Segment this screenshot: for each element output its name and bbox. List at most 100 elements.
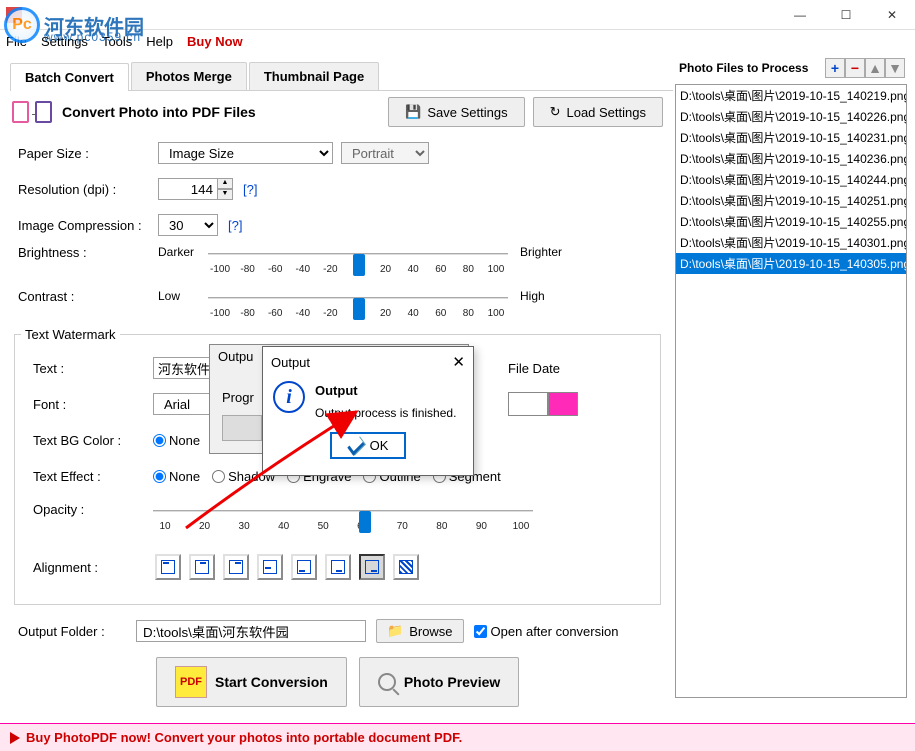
- font-label: Font :: [33, 397, 153, 412]
- section-title: Convert Photo into PDF Files: [62, 104, 256, 120]
- outer-dialog-button[interactable]: [222, 415, 262, 441]
- file-item[interactable]: D:\tools\桌面\图片\2019-10-15_140226.png: [676, 106, 906, 127]
- save-settings-button[interactable]: 💾Save Settings: [388, 97, 524, 127]
- opacity-slider[interactable]: [153, 510, 533, 513]
- align-br[interactable]: [359, 554, 385, 580]
- file-item[interactable]: D:\tools\桌面\图片\2019-10-15_140301.png: [676, 232, 906, 253]
- align-bc[interactable]: [325, 554, 351, 580]
- filedate-color-swatch[interactable]: [508, 392, 548, 416]
- resolution-label: Resolution (dpi) :: [18, 182, 158, 197]
- opacity-label: Opacity :: [33, 502, 153, 517]
- paper-size-label: Paper Size :: [18, 146, 158, 161]
- photo-preview-button[interactable]: Photo Preview: [359, 657, 519, 707]
- close-button[interactable]: ✕: [869, 0, 915, 30]
- remove-file-button[interactable]: −: [845, 58, 865, 78]
- paper-size-select[interactable]: Image Size: [158, 142, 333, 164]
- effect-label: Text Effect :: [33, 469, 153, 484]
- dialog-message: Output process is finished.: [315, 406, 456, 420]
- brightness-min-label: Darker: [158, 245, 208, 259]
- magnifier-icon: [378, 673, 396, 691]
- footer-text: Buy PhotoPDF now! Convert your photos in…: [26, 730, 462, 745]
- output-finished-dialog: Output ✕ i Output Output process is fini…: [262, 346, 474, 476]
- file-item[interactable]: D:\tools\桌面\图片\2019-10-15_140219.png: [676, 85, 906, 106]
- text-label: Text :: [33, 361, 153, 376]
- contrast-label: Contrast :: [18, 289, 158, 304]
- align-tile[interactable]: [393, 554, 419, 580]
- folder-icon: 📁: [387, 623, 403, 639]
- menu-buy-now[interactable]: Buy Now: [187, 34, 243, 49]
- compression-select[interactable]: 30: [158, 214, 218, 236]
- dialog-ok-button[interactable]: OK: [330, 432, 407, 459]
- opacity-ticks: 102030405060708090100: [153, 521, 533, 532]
- footer-banner[interactable]: Buy PhotoPDF now! Convert your photos in…: [0, 723, 915, 751]
- resolution-input[interactable]: [158, 178, 218, 200]
- bgcolor-label: Text BG Color :: [33, 433, 153, 448]
- menu-tools[interactable]: Tools: [102, 34, 132, 49]
- watermark-legend: Text Watermark: [21, 327, 120, 342]
- section-icon: →: [12, 101, 52, 123]
- tab-thumbnail-page[interactable]: Thumbnail Page: [249, 62, 379, 90]
- pdf-icon: PDF: [175, 666, 207, 698]
- load-icon: ↻: [550, 104, 561, 120]
- align-tc[interactable]: [189, 554, 215, 580]
- align-tl[interactable]: [155, 554, 181, 580]
- menu-settings[interactable]: Settings: [41, 34, 88, 49]
- output-folder-input[interactable]: [136, 620, 366, 642]
- contrast-thumb[interactable]: [353, 298, 365, 320]
- brightness-slider[interactable]: [208, 253, 508, 256]
- orientation-select[interactable]: Portrait: [341, 142, 429, 164]
- load-settings-button[interactable]: ↻Load Settings: [533, 97, 663, 127]
- menubar: File Settings Tools Help Buy Now: [0, 30, 915, 52]
- resolution-help[interactable]: [?]: [243, 182, 257, 197]
- align-tr[interactable]: [223, 554, 249, 580]
- filedate-color-pink[interactable]: [548, 392, 578, 416]
- contrast-min-label: Low: [158, 289, 208, 303]
- info-icon: i: [273, 381, 305, 413]
- app-icon: [6, 7, 22, 23]
- menu-file[interactable]: File: [6, 34, 27, 49]
- dialog-title: Output: [271, 355, 310, 370]
- file-item[interactable]: D:\tools\桌面\图片\2019-10-15_140305.png: [676, 253, 906, 274]
- menu-help[interactable]: Help: [146, 34, 173, 49]
- brightness-max-label: Brighter: [520, 245, 562, 259]
- file-item[interactable]: D:\tools\桌面\图片\2019-10-15_140255.png: [676, 211, 906, 232]
- footer-arrow-icon: [10, 732, 20, 744]
- tab-batch-convert[interactable]: Batch Convert: [10, 63, 129, 91]
- dialog-heading: Output: [315, 383, 456, 398]
- effect-none-radio[interactable]: None: [153, 469, 200, 484]
- minimize-button[interactable]: —: [777, 0, 823, 30]
- file-item[interactable]: D:\tools\桌面\图片\2019-10-15_140236.png: [676, 148, 906, 169]
- brightness-thumb[interactable]: [353, 254, 365, 276]
- brightness-label: Brightness :: [18, 245, 158, 260]
- align-bl[interactable]: [291, 554, 317, 580]
- move-up-button[interactable]: ▲: [865, 58, 885, 78]
- dialog-close-icon[interactable]: ✕: [452, 353, 465, 371]
- dpi-up[interactable]: ▲: [217, 178, 233, 189]
- compression-help[interactable]: [?]: [228, 218, 242, 233]
- add-file-button[interactable]: +: [825, 58, 845, 78]
- file-item[interactable]: D:\tools\桌面\图片\2019-10-15_140251.png: [676, 190, 906, 211]
- check-icon: [347, 436, 364, 455]
- main-tabs: Batch Convert Photos Merge Thumbnail Pag…: [10, 62, 673, 91]
- browse-button[interactable]: 📁Browse: [376, 619, 464, 643]
- titlebar: — ☐ ✕: [0, 0, 915, 30]
- contrast-max-label: High: [520, 289, 545, 303]
- file-item[interactable]: D:\tools\桌面\图片\2019-10-15_140244.png: [676, 169, 906, 190]
- bgcolor-none-radio[interactable]: None: [153, 433, 200, 448]
- file-list-title: Photo Files to Process: [679, 61, 808, 75]
- compression-label: Image Compression :: [18, 218, 158, 233]
- dpi-down[interactable]: ▼: [217, 189, 233, 200]
- open-after-checkbox[interactable]: Open after conversion: [474, 624, 619, 639]
- contrast-slider[interactable]: [208, 297, 508, 300]
- start-conversion-button[interactable]: PDFStart Conversion: [156, 657, 347, 707]
- file-date-label: File Date: [508, 361, 560, 376]
- file-item[interactable]: D:\tools\桌面\图片\2019-10-15_140231.png: [676, 127, 906, 148]
- output-folder-label: Output Folder :: [18, 624, 126, 639]
- align-ml[interactable]: [257, 554, 283, 580]
- opacity-thumb[interactable]: [359, 511, 371, 533]
- tab-photos-merge[interactable]: Photos Merge: [131, 62, 247, 90]
- save-icon: 💾: [405, 104, 421, 120]
- move-down-button[interactable]: ▼: [885, 58, 905, 78]
- file-list[interactable]: D:\tools\桌面\图片\2019-10-15_140219.pngD:\t…: [675, 84, 907, 698]
- maximize-button[interactable]: ☐: [823, 0, 869, 30]
